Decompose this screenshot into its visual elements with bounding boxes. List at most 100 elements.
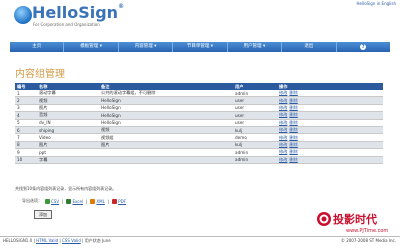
- cell-user: demo: [233, 133, 277, 142]
- export-pdf-link[interactable]: PDF: [112, 198, 126, 204]
- language-link[interactable]: HelloSign in English: [357, 1, 397, 6]
- edit-link[interactable]: 修改: [279, 142, 287, 147]
- edit-link[interactable]: 修改: [279, 120, 287, 125]
- export-label: 导出选项：: [22, 198, 42, 203]
- delete-link[interactable]: 删除: [289, 105, 297, 110]
- page-title: 内容组管理: [15, 69, 65, 80]
- edit-link[interactable]: 修改: [279, 149, 287, 154]
- cell-name: shiping: [37, 126, 99, 135]
- cell-user: kulj: [233, 141, 277, 150]
- main-nav: 主页 模板管理 ▾ 内容管理 ▾ 节目单管理 ▾ 用户管理 ▾ 退出 ?: [10, 42, 390, 52]
- css-valid-link[interactable]: CSS Valid: [62, 238, 81, 243]
- cell-id: 3: [15, 104, 37, 113]
- cell-name: 滚动字幕: [37, 90, 99, 98]
- cell-id: 10: [15, 156, 37, 164]
- delete-link[interactable]: 删除: [289, 120, 297, 125]
- cell-id: 4: [15, 111, 37, 120]
- table-row: 1 滚动字幕 公共的滚动字幕组，不可删除 admin 修改 删除: [15, 90, 383, 98]
- content-group-table: 编号 名称 备注 用户 操作 1 滚动字幕 公共的滚动字幕组，不可删除 admi…: [15, 83, 383, 164]
- cell-name: 字幕: [37, 156, 99, 164]
- edit-link[interactable]: 修改: [279, 98, 287, 103]
- export-separator: |: [62, 198, 64, 204]
- col-user-header[interactable]: 用户: [233, 83, 277, 90]
- html-valid-link[interactable]: HTML Valid: [36, 238, 58, 243]
- cell-id: 7: [15, 133, 37, 142]
- cell-name: ppt: [37, 148, 99, 157]
- cell-id: 5: [15, 119, 37, 127]
- table-row: 10 字幕 admin 修改 删除: [15, 156, 383, 164]
- nav-logout[interactable]: 退出: [282, 42, 337, 52]
- cell-name: 图片: [37, 141, 99, 150]
- record-summary: 共找到10条内容组列表记录，显示所有内容组列表记录。: [15, 186, 117, 191]
- delete-link[interactable]: 删除: [289, 127, 297, 132]
- col-action-header: 操作: [277, 83, 383, 90]
- cell-actions: 修改 删除: [277, 96, 383, 105]
- cell-id: 2: [15, 96, 37, 105]
- nav-programs[interactable]: 节目单管理 ▾: [173, 42, 228, 52]
- delete-link[interactable]: 删除: [289, 98, 297, 103]
- delete-link[interactable]: 删除: [289, 90, 297, 95]
- cell-name: 图片: [37, 104, 99, 113]
- cell-user: user: [233, 111, 277, 120]
- watermark-logo-icon: [317, 212, 331, 226]
- add-button[interactable]: 添加: [34, 210, 52, 219]
- cell-note: HelloSign: [99, 104, 233, 113]
- col-name-header[interactable]: 名称: [37, 83, 99, 90]
- nav-home[interactable]: 主页: [10, 42, 65, 52]
- cell-note: 视频: [99, 126, 233, 135]
- watermark-text: 投影时代: [333, 212, 377, 226]
- cell-name: dv_IN: [37, 119, 99, 127]
- table-header-row: 编号 名称 备注 用户 操作: [15, 83, 383, 90]
- cell-user: admin: [233, 90, 277, 98]
- logo[interactable]: HelloSign®: [32, 3, 124, 22]
- delete-link[interactable]: 删除: [289, 112, 297, 117]
- cell-user: admin: [233, 148, 277, 157]
- cell-note: HelloSign: [99, 111, 233, 120]
- xml-icon: [90, 198, 96, 204]
- watermark-url: www.PjTime.com: [346, 228, 388, 234]
- table-row: 4 音频 HelloSign user 修改 删除: [15, 111, 383, 120]
- cell-actions: 修改 删除: [277, 90, 383, 98]
- footer-version: HELLOSIGN1.0 |: [3, 238, 35, 243]
- pdf-icon: [112, 198, 118, 204]
- cell-id: 9: [15, 148, 37, 157]
- cell-name: Video: [37, 133, 99, 142]
- cell-note: HelloSign: [99, 96, 233, 105]
- export-separator: |: [107, 198, 110, 204]
- excel-icon: [66, 198, 72, 204]
- help-icon[interactable]: ?: [360, 44, 367, 50]
- edit-link[interactable]: 修改: [279, 135, 287, 140]
- footer-divider: [0, 236, 400, 237]
- logo-icon: [14, 6, 32, 24]
- table-row: 7 Video 视频组 demo 修改 删除: [15, 133, 383, 142]
- delete-link[interactable]: 删除: [289, 135, 297, 140]
- nav-content[interactable]: 内容管理 ▾: [119, 42, 174, 52]
- edit-link[interactable]: 修改: [279, 157, 287, 162]
- cell-note: [99, 156, 233, 164]
- nav-templates[interactable]: 模板管理 ▾: [64, 42, 119, 52]
- logo-text: HelloSign: [32, 3, 119, 22]
- nav-users[interactable]: 用户管理 ▾: [228, 42, 283, 52]
- edit-link[interactable]: 修改: [279, 127, 287, 132]
- edit-link[interactable]: 修改: [279, 105, 287, 110]
- cell-actions: 修改 删除: [277, 141, 383, 150]
- cell-id: 1: [15, 90, 37, 98]
- nav-help[interactable]: ?: [337, 42, 390, 52]
- cell-user: admin: [233, 156, 277, 164]
- cell-user: user: [233, 119, 277, 127]
- logo-tagline: For Corporation and Organization: [33, 22, 100, 27]
- table-row: 8 图片 图片 kulj 修改 删除: [15, 141, 383, 150]
- col-id-header[interactable]: 编号: [15, 83, 37, 90]
- export-xml-link[interactable]: XML: [90, 198, 105, 204]
- delete-link[interactable]: 删除: [289, 149, 297, 154]
- export-excel-link[interactable]: Excel: [66, 198, 83, 204]
- delete-link[interactable]: 删除: [289, 157, 297, 162]
- cell-actions: 修改 删除: [277, 104, 383, 113]
- cell-actions: 修改 删除: [277, 133, 383, 142]
- delete-link[interactable]: 删除: [289, 142, 297, 147]
- cell-user: user: [233, 104, 277, 113]
- edit-link[interactable]: 修改: [279, 112, 287, 117]
- export-csv-link[interactable]: CSV: [45, 198, 59, 204]
- col-note-header[interactable]: 备注: [99, 83, 233, 90]
- edit-link[interactable]: 修改: [279, 90, 287, 95]
